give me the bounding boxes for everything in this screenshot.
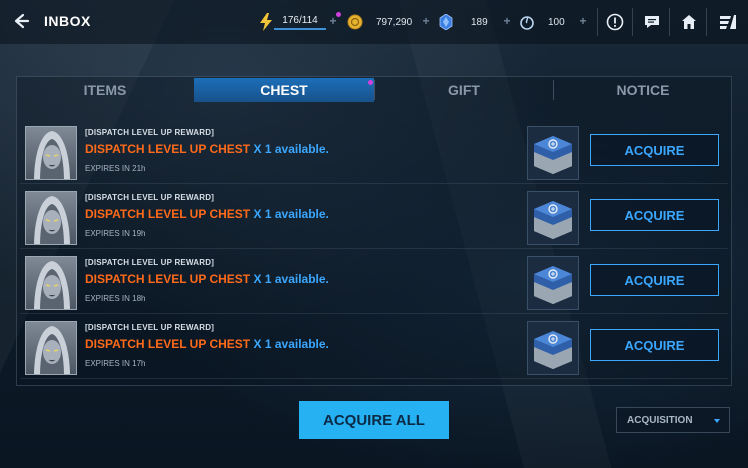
chest-availability: available. — [274, 142, 329, 156]
chest-icon — [534, 201, 572, 239]
tab-items[interactable]: ITEMS — [16, 78, 194, 102]
chest-icon — [534, 331, 572, 369]
expiry-text: EXPIRES IN 18h — [85, 294, 146, 303]
acquire-all-button[interactable]: ACQUIRE ALL — [299, 401, 449, 439]
divider — [597, 8, 598, 36]
chest-name: DISPATCH LEVEL UP CHEST — [85, 337, 251, 351]
sort-dropdown[interactable]: ACQUISITION — [616, 407, 730, 433]
mail-row: [DISPATCH LEVEL UP REWARD] DISPATCH LEVE… — [20, 317, 728, 379]
orb-add-button[interactable]: + — [578, 15, 588, 27]
mail-row: [DISPATCH LEVEL UP REWARD] DISPATCH LEVE… — [20, 122, 728, 184]
chest-thumbnail — [527, 191, 579, 245]
reward-description: DISPATCH LEVEL UP CHEST X 1 available. — [85, 272, 329, 286]
divider — [706, 8, 707, 36]
chest-icon — [534, 266, 572, 304]
back-arrow-icon — [14, 13, 30, 29]
reward-title: [DISPATCH LEVEL UP REWARD] — [85, 128, 215, 137]
gold-coin-icon — [346, 13, 364, 31]
chat-button[interactable] — [640, 10, 664, 34]
chest-count: X 1 — [253, 337, 272, 351]
acquire-button[interactable]: ACQUIRE — [590, 264, 719, 296]
hero-avatar — [25, 321, 77, 375]
crystal-value: 189 — [471, 16, 488, 28]
mail-row: [DISPATCH LEVEL UP REWARD] DISPATCH LEVE… — [20, 252, 728, 314]
energy-resource — [257, 11, 275, 33]
tab-bar: ITEMS CHEST GIFT NOTICE — [16, 78, 732, 102]
orb-value: 100 — [548, 16, 565, 28]
crystal-resource: 189 — [437, 11, 488, 33]
chest-thumbnail — [527, 321, 579, 375]
energy-value: 176/114 — [274, 12, 326, 30]
tab-chest[interactable]: CHEST — [194, 78, 374, 102]
chest-name: DISPATCH LEVEL UP CHEST — [85, 142, 251, 156]
dropdown-caret-icon — [714, 419, 720, 423]
blue-crystal-icon — [437, 13, 455, 31]
expiry-text: EXPIRES IN 17h — [85, 359, 146, 368]
alert-icon — [606, 13, 624, 31]
chest-availability: available. — [274, 207, 329, 221]
chest-thumbnail — [527, 126, 579, 180]
back-button[interactable] — [8, 8, 34, 34]
home-icon — [682, 15, 696, 29]
chat-icon — [645, 16, 659, 28]
reward-title: [DISPATCH LEVEL UP REWARD] — [85, 258, 215, 267]
menu-button[interactable] — [716, 10, 740, 34]
gold-resource: 797,290 — [346, 11, 412, 33]
tab-notice[interactable]: NOTICE — [554, 78, 732, 102]
reward-title: [DISPATCH LEVEL UP REWARD] — [85, 193, 215, 202]
expiry-text: EXPIRES IN 19h — [85, 229, 146, 238]
gold-value: 797,290 — [376, 16, 413, 28]
sort-dropdown-value: ACQUISITION — [627, 414, 693, 426]
chest-name: DISPATCH LEVEL UP CHEST — [85, 272, 251, 286]
chest-thumbnail — [527, 256, 579, 310]
reward-description: DISPATCH LEVEL UP CHEST X 1 available. — [85, 337, 329, 351]
tab-chest-notification-dot — [368, 80, 373, 85]
orb-icon — [518, 13, 536, 31]
divider — [632, 8, 633, 36]
gold-add-button[interactable]: + — [421, 15, 431, 27]
divider — [669, 8, 670, 36]
acquire-button[interactable]: ACQUIRE — [590, 199, 719, 231]
menu-icon — [720, 15, 736, 29]
chest-count: X 1 — [253, 142, 272, 156]
hero-avatar — [25, 256, 77, 310]
crystal-add-button[interactable]: + — [502, 15, 512, 27]
chest-icon — [534, 136, 572, 174]
mail-row: [DISPATCH LEVEL UP REWARD] DISPATCH LEVE… — [20, 187, 728, 249]
page-title: INBOX — [44, 13, 91, 29]
reward-description: DISPATCH LEVEL UP CHEST X 1 available. — [85, 142, 329, 156]
hero-avatar — [25, 126, 77, 180]
chest-count: X 1 — [253, 272, 272, 286]
home-button[interactable] — [677, 10, 701, 34]
alert-button[interactable] — [603, 10, 627, 34]
chest-availability: available. — [274, 337, 329, 351]
reward-title: [DISPATCH LEVEL UP REWARD] — [85, 323, 215, 332]
expiry-text: EXPIRES IN 21h — [85, 164, 146, 173]
chest-availability: available. — [274, 272, 329, 286]
lightning-icon — [257, 13, 275, 31]
acquire-button[interactable]: ACQUIRE — [590, 329, 719, 361]
chest-count: X 1 — [253, 207, 272, 221]
orb-resource: 100 — [518, 11, 565, 33]
tab-gift[interactable]: GIFT — [375, 78, 553, 102]
chest-name: DISPATCH LEVEL UP CHEST — [85, 207, 251, 221]
energy-add-button[interactable]: + — [328, 15, 338, 27]
acquire-button[interactable]: ACQUIRE — [590, 134, 719, 166]
hero-avatar — [25, 191, 77, 245]
reward-description: DISPATCH LEVEL UP CHEST X 1 available. — [85, 207, 329, 221]
